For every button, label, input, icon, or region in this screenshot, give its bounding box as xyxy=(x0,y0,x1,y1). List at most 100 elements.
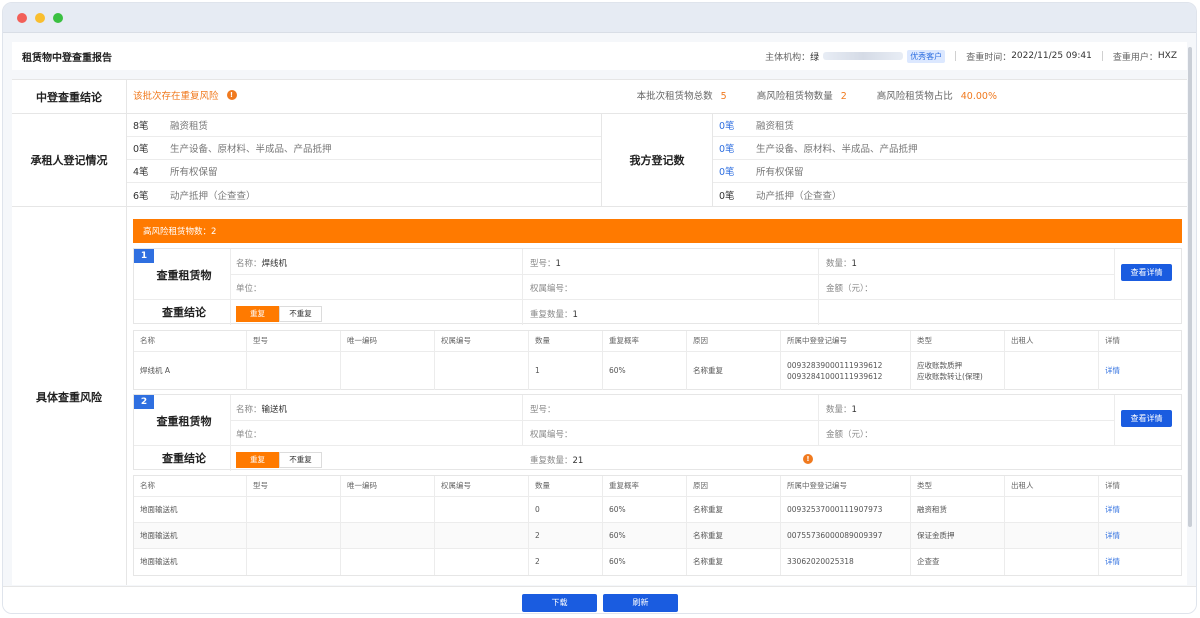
minimize-window-icon[interactable] xyxy=(35,13,45,23)
lessee-reg-line: 0笔 生产设备、原材料、半成品、产品抵押 xyxy=(127,137,601,160)
conclusion-row: 中登查重结论 该批次存在重复风险 ! 本批次租赁物总数 5 高风险租赁物数量 2 高… xyxy=(12,80,1187,114)
our-reg-line: 0笔 生产设备、原材料、半成品、产品抵押 xyxy=(713,137,1187,160)
our-reg-count: 0笔 xyxy=(719,190,735,202)
detail-link[interactable]: 详情 xyxy=(1105,530,1120,541)
item-unit-field: 单位： xyxy=(236,284,262,294)
item-qty-field: 数量：1 xyxy=(826,405,857,415)
check-item-label: 查重租赁物 xyxy=(156,269,212,282)
check-item-block-1: 1 查重租赁物 查重结论 名称：焊线机 型号：1 数量：1 单位： 权属编号： … xyxy=(133,248,1182,325)
table-header-row: 名称 型号 唯一编码 权属编号 数量 重复概率 原因 所属中登登记编号 类型 出… xyxy=(134,331,1181,352)
item-model-value: 1 xyxy=(555,259,561,269)
check-item-label: 查重租赁物 xyxy=(156,415,212,428)
report-content: 中登查重结论 该批次存在重复风险 ! 本批次租赁物总数 5 高风险租赁物数量 2 高… xyxy=(12,79,1187,585)
reg-desc: 所有权保留 xyxy=(170,167,218,178)
our-reg-count: 0笔 xyxy=(719,121,735,132)
total-value: 5 xyxy=(720,91,727,102)
our-reg-desc: 生产设备、原材料、半成品、产品抵押 xyxy=(756,144,918,155)
warning-icon: ! xyxy=(803,454,813,464)
org-label: 主体机构： xyxy=(765,52,811,63)
dup-qty-value: 1 xyxy=(572,310,578,320)
lessee-reg-line: 4笔 所有权保留 xyxy=(127,160,601,183)
org-name-redacted xyxy=(823,52,904,60)
table-row: 地面输送机 2 60% 名称重复 00755736000089009397 保证… xyxy=(134,523,1181,549)
item-amount-field: 金额（元）： xyxy=(826,430,873,440)
report-window: 租赁物中登查重报告 主体机构： 绿 优秀客户 查重时间： 2022/11/25 … xyxy=(2,2,1197,614)
high-risk-bar: 高风险租赁物数：2 xyxy=(133,219,1182,243)
our-reg-desc: 融资租赁 xyxy=(756,121,795,132)
item-1-table: 名称 型号 唯一编码 权属编号 数量 重复概率 原因 所属中登登记编号 类型 出… xyxy=(133,330,1182,390)
conclusion-stats: 本批次租赁物总数 5 高风险租赁物数量 2 高风险租赁物占比 40.00% xyxy=(637,88,997,102)
item-cert-field: 权属编号： xyxy=(530,284,573,294)
dup-qty-value: 21 xyxy=(572,456,584,466)
report-header: 租赁物中登查重报告 主体机构： 绿 优秀客户 查重时间： 2022/11/25 … xyxy=(12,42,1187,70)
item-index-badge: 1 xyxy=(134,249,154,263)
page-title: 租赁物中登查重报告 xyxy=(22,52,112,64)
check-result-label: 查重结论 xyxy=(162,306,206,319)
our-registration-label: 我方登记数 xyxy=(601,114,713,206)
toggle-not-duplicate[interactable]: 不重复 xyxy=(279,452,322,468)
our-reg-count: 0笔 xyxy=(719,144,735,155)
warning-icon: ! xyxy=(226,90,237,100)
item-2-table: 名称 型号 唯一编码 权属编号 数量 重复概率 原因 所属中登登记编号 类型 出… xyxy=(133,475,1182,576)
detail-link[interactable]: 详情 xyxy=(1105,365,1120,376)
item-unit-field: 单位： xyxy=(236,430,262,440)
lessee-label: 承租人登记情况 xyxy=(12,114,127,206)
our-reg-desc: 动产抵押（企查查） xyxy=(756,190,842,202)
risk-label: 具体查重风险 xyxy=(12,207,127,585)
item-name-value: 输送机 xyxy=(261,405,288,415)
item-index-badge: 2 xyxy=(134,395,154,409)
check-result-label: 查重结论 xyxy=(162,452,206,465)
item-cert-field: 权属编号： xyxy=(530,430,573,440)
org-prefix: 绿 xyxy=(810,52,820,63)
reg-desc: 融资租赁 xyxy=(170,121,209,132)
table-row: 焊线机 A 1 60% 名称重复 00932839000111939612 00… xyxy=(134,352,1181,390)
user-value: HXZ xyxy=(1157,51,1177,61)
refresh-button[interactable]: 刷新 xyxy=(603,594,678,612)
toggle-duplicate[interactable]: 重复 xyxy=(236,452,279,468)
time-value: 2022/11/25 09:41 xyxy=(1011,51,1092,61)
our-reg-count: 0笔 xyxy=(719,167,735,178)
user-label: 查重用户： xyxy=(1112,52,1158,63)
detail-link[interactable]: 详情 xyxy=(1105,504,1120,515)
our-reg-line: 0笔 动产抵押（企查查） xyxy=(713,183,1187,206)
reg-desc: 生产设备、原材料、半成品、产品抵押 xyxy=(170,144,332,155)
download-button[interactable]: 下载 xyxy=(522,594,597,612)
reg-desc: 动产抵押（企查查） xyxy=(170,190,256,202)
reg-count: 6笔 xyxy=(133,190,149,202)
ratio-label: 高风险租赁物占比 xyxy=(876,91,953,102)
item-qty-value: 1 xyxy=(851,405,857,415)
report-meta: 主体机构： 绿 优秀客户 查重时间： 2022/11/25 09:41 查重用户… xyxy=(765,49,1177,63)
detail-link[interactable]: 详情 xyxy=(1105,556,1120,567)
conclusion-text: 该批次存在重复风险 xyxy=(133,91,219,102)
title-bar xyxy=(3,3,1196,33)
reg-count: 8笔 xyxy=(133,121,149,132)
item-amount-field: 金额（元）： xyxy=(826,284,873,294)
reg-count: 4笔 xyxy=(133,167,149,178)
footer-actions: 下载 刷新 xyxy=(3,586,1196,613)
org-tag-badge: 优秀客户 xyxy=(907,49,946,63)
lessee-registration-row: 承租人登记情况 8笔 融资租赁 0笔 生产设备、原材料、半成品、产品抵押 4笔 … xyxy=(12,114,1187,207)
reg-count: 0笔 xyxy=(133,144,149,155)
table-row: 地面输送机 0 60% 名称重复 00932537000111907973 融资… xyxy=(134,497,1181,523)
our-reg-desc: 所有权保留 xyxy=(756,167,804,178)
conclusion-label: 中登查重结论 xyxy=(12,80,127,113)
dup-toggle: 重复 不重复 xyxy=(236,306,322,322)
view-details-button[interactable]: 查看详情 xyxy=(1121,264,1172,281)
our-reg-line: 0笔 融资租赁 xyxy=(713,114,1187,137)
item-qty-value: 1 xyxy=(851,259,857,269)
item-name-field: 名称：输送机 xyxy=(236,405,288,415)
item-name-value: 焊线机 xyxy=(261,259,288,269)
dup-qty-field: 重复数量：1 xyxy=(530,310,578,320)
vertical-scrollbar[interactable] xyxy=(1188,47,1192,527)
toggle-not-duplicate[interactable]: 不重复 xyxy=(279,306,322,322)
toggle-duplicate[interactable]: 重复 xyxy=(236,306,279,322)
close-window-icon[interactable] xyxy=(17,13,27,23)
conclusion-text-wrap: 该批次存在重复风险 ! xyxy=(133,88,237,102)
our-reg-line: 0笔 所有权保留 xyxy=(713,160,1187,183)
maximize-window-icon[interactable] xyxy=(53,13,63,23)
view-details-button[interactable]: 查看详情 xyxy=(1121,410,1172,427)
table-header-row: 名称 型号 唯一编码 权属编号 数量 重复概率 原因 所属中登登记编号 类型 出… xyxy=(134,476,1181,497)
lessee-reg-line: 8笔 融资租赁 xyxy=(127,114,601,137)
item-model-field: 型号：1 xyxy=(530,259,561,269)
lessee-reg-line: 6笔 动产抵押（企查查） xyxy=(127,183,601,206)
